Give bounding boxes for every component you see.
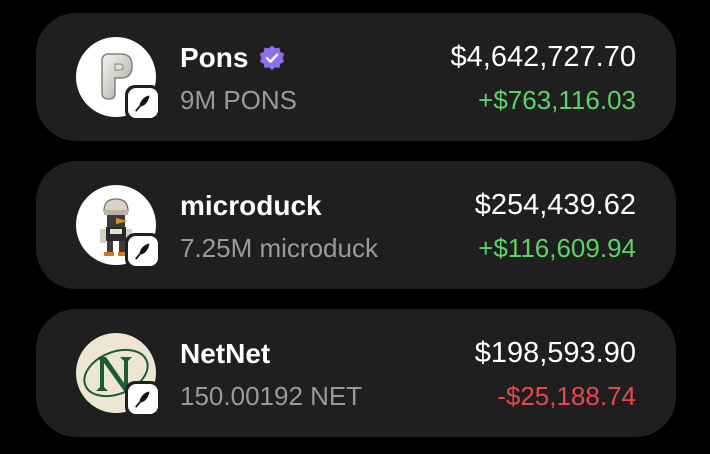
quill-icon: [135, 243, 150, 260]
asset-value: $198,593.90: [474, 337, 636, 369]
asset-value: $254,439.62: [474, 189, 636, 221]
asset-quantity: 7.25M microduck: [180, 233, 378, 263]
asset-name: NetNet: [180, 338, 271, 369]
asset-change: -$25,188.74: [497, 381, 636, 411]
asset-change: +$763,116.03: [478, 85, 636, 115]
asset-change: +$116,609.94: [478, 233, 636, 263]
asset-card-netnet[interactable]: NetNet 150.00192 NET $198,593.90 -$25,18…: [36, 309, 676, 437]
asset-name: Pons: [180, 42, 249, 73]
asset-card-pons[interactable]: Pons 9M PONS $4,642,727.70 +$763,116.03: [36, 13, 676, 141]
quill-icon: [135, 391, 150, 408]
asset-value: $4,642,727.70: [450, 41, 636, 73]
chain-badge: [125, 381, 161, 417]
asset-card-microduck[interactable]: microduck 7.25M microduck $254,439.62 +$…: [36, 161, 676, 289]
quill-icon: [135, 95, 150, 112]
asset-quantity: 9M PONS: [180, 85, 298, 115]
verified-badge-icon: [260, 45, 285, 71]
chain-badge: [125, 85, 161, 121]
asset-name: microduck: [180, 190, 322, 221]
asset-quantity: 150.00192 NET: [180, 381, 363, 411]
chain-badge: [125, 233, 161, 269]
